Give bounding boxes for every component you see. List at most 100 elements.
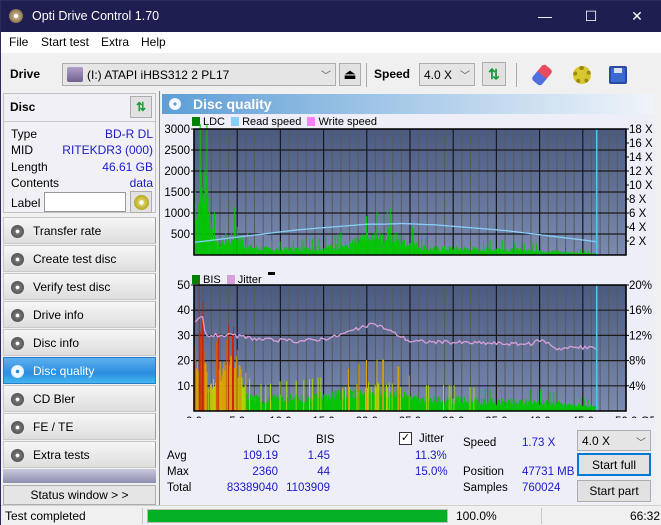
data-bar [578,404,580,411]
data-bar [195,191,196,255]
data-bar [465,401,467,411]
data-bar [478,402,480,411]
start-full-button[interactable]: Start full [577,453,651,476]
data-bar [248,247,250,255]
status-window-button[interactable]: Status window > > [3,485,156,505]
data-bar [200,338,202,411]
drive-select[interactable]: (I:) ATAPI iHBS312 2 PL17 ﹀ [62,63,336,86]
data-bar [453,248,455,255]
start-part-button[interactable]: Start part [577,480,651,502]
data-bar [428,400,430,411]
disc-label-button[interactable] [130,191,152,213]
erase-button[interactable] [530,62,557,88]
jitter-checkbox[interactable]: ✓ [399,432,412,445]
data-bar [258,397,260,411]
data-bar [309,238,310,255]
data-bar [295,248,297,255]
data-bar [240,369,242,411]
data-bar [206,371,208,411]
data-bar [467,404,469,411]
data-bar [374,384,376,411]
data-bar [490,249,492,255]
data-bar [530,249,532,255]
data-bar [344,390,346,411]
data-bar [205,176,207,255]
data-bar [349,242,351,255]
stats-avg-label: Avg [167,450,187,462]
data-bar [538,400,539,411]
eject-button[interactable]: ⏏ [339,63,361,86]
data-bar [594,405,596,411]
data-bar [256,248,258,255]
settings-button[interactable] [569,62,595,88]
data-bar [196,213,198,255]
data-bar [274,398,276,411]
data-bar [281,249,283,255]
nav-cd-bler[interactable]: CD Bler [3,385,156,412]
nav-drive-info[interactable]: Drive info [3,301,156,328]
nav-transfer-rate[interactable]: Transfer rate [3,217,156,244]
data-bar [422,398,424,411]
minimize-button[interactable]: — [522,1,568,32]
data-bar [402,241,404,255]
data-bar [468,399,470,411]
data-bar [502,401,504,411]
data-bar [528,402,530,411]
data-bar [342,388,344,411]
data-bar [293,397,295,411]
nav-fe-te[interactable]: FE / TE [3,413,156,440]
x-tick-label: 5.0 [229,416,245,418]
data-bar [228,239,230,255]
nav-create-test-disc[interactable]: Create test disc [3,245,156,272]
data-bar [352,241,354,255]
data-bar [276,248,278,255]
disc-refresh-button[interactable]: ⇅ [130,96,152,118]
close-button[interactable]: ✕ [614,1,660,32]
nav-disc-quality[interactable]: Disc quality [3,357,156,384]
data-bar [304,402,306,411]
data-bar [441,403,443,411]
data-bar [453,385,455,411]
maximize-button[interactable]: ☐ [568,1,614,32]
save-button[interactable] [605,62,631,88]
data-bar [504,241,506,255]
data-bar [409,243,411,255]
data-bar [233,326,234,411]
data-bar [555,402,557,411]
nav-verify-test-disc[interactable]: Verify test disc [3,273,156,300]
data-bar [318,237,320,255]
data-bar [510,404,512,411]
data-bar [207,188,209,255]
data-bar [431,401,433,411]
nav-disc-info[interactable]: Disc info [3,329,156,356]
data-bar [407,396,409,411]
data-bar [548,401,550,411]
disc-label-input[interactable] [44,192,126,212]
resize-grip-icon[interactable]: ⋰ [649,512,657,521]
data-bar [459,403,461,411]
data-bar [473,387,475,411]
menu-file[interactable]: File [9,35,28,49]
data-bar [306,401,308,411]
nav-spacer [3,469,156,483]
data-bar [430,398,432,411]
data-bar [479,403,481,411]
refresh-button[interactable]: ⇅ [482,62,506,86]
menu-help[interactable]: Help [141,35,166,49]
speed-select[interactable]: 4.0 X ﹀ [419,63,475,86]
data-bar [363,238,365,255]
data-bar [301,239,303,255]
test-speed-select[interactable]: 4.0 X ﹀ [577,430,651,451]
data-bar [531,249,533,255]
data-bar [339,393,341,411]
nav-extra-tests[interactable]: Extra tests [3,441,156,468]
data-bar [210,384,212,411]
data-bar [306,246,308,255]
data-bar [195,342,196,411]
chevron-down-icon: ﹀ [460,71,470,82]
data-bar [486,403,488,411]
data-bar [251,400,252,411]
y2-tick-label: 6 X [629,208,647,220]
menu-start-test[interactable]: Start test [41,35,89,49]
menu-extra[interactable]: Extra [101,35,129,49]
